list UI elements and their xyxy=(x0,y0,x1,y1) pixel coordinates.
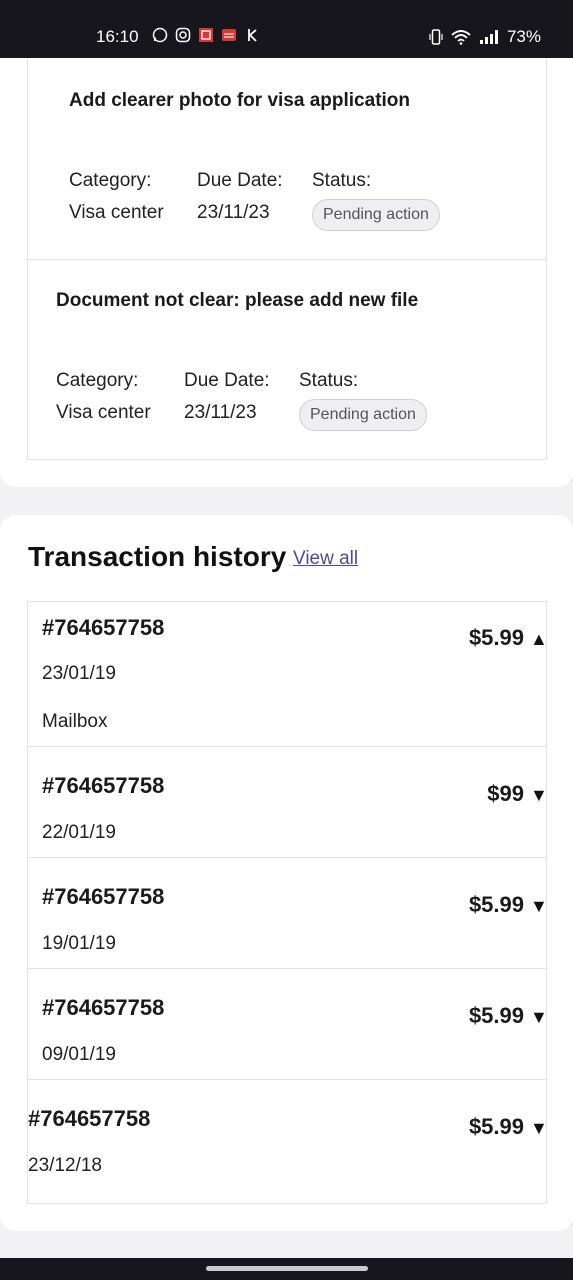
section-title: Transaction history xyxy=(28,541,287,572)
transaction-id: #764657758 xyxy=(42,773,165,798)
status-time: 16:10 xyxy=(96,27,139,46)
bank-icon xyxy=(222,29,236,41)
transaction-row[interactable]: #764657758 09/01/19 $5.99 ▼ xyxy=(28,969,548,1080)
app-grid-icon xyxy=(199,28,213,42)
transaction-amount: $5.99 xyxy=(468,625,524,650)
category-value: Visa center xyxy=(56,402,151,423)
transaction-id: #764657758 xyxy=(28,1106,151,1131)
status-bar: 16:10 73% xyxy=(0,0,573,58)
due-date-value: 23/11/23 xyxy=(184,402,257,423)
system-nav-bar xyxy=(0,1258,573,1280)
expand-arrow-icon[interactable]: ▼ xyxy=(530,896,548,917)
whatsapp-icon xyxy=(152,27,168,43)
transaction-amount: $5.99 xyxy=(468,1003,524,1028)
transaction-date: 23/12/18 xyxy=(28,1155,102,1176)
transaction-id: #764657758 xyxy=(42,615,165,640)
transaction-list: #764657758 23/01/19 Mailbox $5.99 ▲ #764… xyxy=(27,601,548,1204)
status-badge: Pending action xyxy=(312,199,440,231)
transaction-row[interactable]: #764657758 22/01/19 $99 ▼ xyxy=(28,747,548,858)
transaction-amount: $99 xyxy=(487,781,524,806)
transaction-id: #764657758 xyxy=(42,884,165,909)
transaction-date: 09/01/19 xyxy=(42,1044,116,1065)
transaction-row[interactable]: #764657758 23/12/18 $5.99 ▼ xyxy=(28,1080,548,1203)
expand-arrow-icon[interactable]: ▼ xyxy=(530,785,548,806)
vibrate-icon xyxy=(429,29,443,45)
expand-arrow-icon[interactable]: ▼ xyxy=(530,1007,548,1028)
status-label: Status: xyxy=(312,170,372,191)
category-value: Visa center xyxy=(69,202,164,223)
transaction-date: 19/01/19 xyxy=(42,933,116,954)
category-label: Category: xyxy=(56,370,139,391)
signal-icon xyxy=(479,30,498,44)
expand-arrow-icon[interactable]: ▼ xyxy=(530,1118,548,1139)
status-label: Status: xyxy=(299,370,359,391)
collapse-arrow-icon[interactable]: ▲ xyxy=(530,629,548,650)
pending-tasks-card: Add clearer photo for visa application C… xyxy=(0,58,573,487)
task-title: Document not clear: please add new file xyxy=(56,290,419,311)
transaction-amount: $5.99 xyxy=(468,892,524,917)
wifi-icon xyxy=(451,30,471,45)
transaction-row[interactable]: #764657758 23/01/19 Mailbox $5.99 ▲ xyxy=(28,602,548,747)
status-app-icons xyxy=(152,27,260,43)
task-item[interactable]: Add clearer photo for visa application C… xyxy=(27,58,547,260)
due-date-label: Due Date: xyxy=(184,370,270,391)
instagram-icon xyxy=(175,27,191,43)
transaction-date: 23/01/19 xyxy=(42,663,116,684)
transaction-row[interactable]: #764657758 19/01/19 $5.99 ▼ xyxy=(28,858,548,969)
due-date-label: Due Date: xyxy=(197,170,283,191)
due-date-value: 23/11/23 xyxy=(197,202,270,223)
status-badge: Pending action xyxy=(299,399,427,431)
home-gesture-handle[interactable] xyxy=(206,1266,368,1271)
status-right: 73% xyxy=(429,27,541,47)
transaction-history-card: Transaction history View all #764657758 … xyxy=(0,515,573,1231)
task-title: Add clearer photo for visa application xyxy=(69,90,411,111)
category-label: Category: xyxy=(69,170,152,191)
k-icon xyxy=(248,29,257,42)
transaction-amount: $5.99 xyxy=(468,1114,524,1139)
transaction-date: 22/01/19 xyxy=(42,822,116,843)
transaction-description: Mailbox xyxy=(42,711,108,732)
battery-percent: 73% xyxy=(506,27,541,46)
transaction-id: #764657758 xyxy=(42,995,165,1020)
view-all-link[interactable]: View all xyxy=(293,548,358,570)
task-item[interactable]: Document not clear: please add new file … xyxy=(27,260,547,460)
